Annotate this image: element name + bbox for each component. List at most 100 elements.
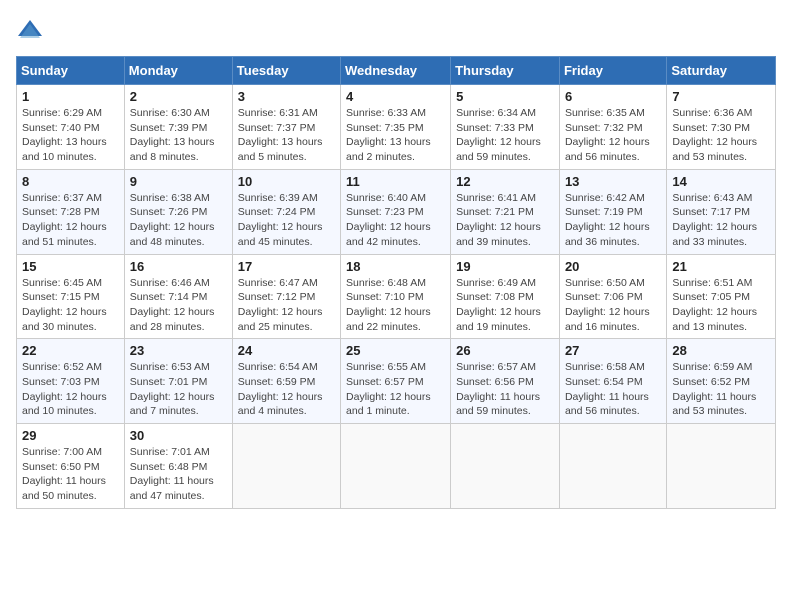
day-number: 13 (565, 174, 661, 189)
day-info: Sunrise: 6:38 AMSunset: 7:26 PMDaylight:… (130, 192, 215, 248)
day-info: Sunrise: 6:47 AMSunset: 7:12 PMDaylight:… (238, 277, 323, 333)
calendar-day-cell: 2 Sunrise: 6:30 AMSunset: 7:39 PMDaylight… (124, 85, 232, 170)
day-number: 24 (238, 343, 335, 358)
calendar-day-cell (232, 424, 340, 509)
day-info: Sunrise: 6:51 AMSunset: 7:05 PMDaylight:… (672, 277, 757, 333)
day-number: 20 (565, 259, 661, 274)
day-number: 3 (238, 89, 335, 104)
day-info: Sunrise: 6:59 AMSunset: 6:52 PMDaylight:… (672, 361, 756, 417)
day-number: 30 (130, 428, 227, 443)
weekday-header: Friday (559, 57, 666, 85)
calendar-week-row: 8 Sunrise: 6:37 AMSunset: 7:28 PMDaylight… (17, 169, 776, 254)
day-number: 11 (346, 174, 445, 189)
day-info: Sunrise: 6:35 AMSunset: 7:32 PMDaylight:… (565, 107, 650, 163)
day-info: Sunrise: 6:49 AMSunset: 7:08 PMDaylight:… (456, 277, 541, 333)
calendar-day-cell: 27 Sunrise: 6:58 AMSunset: 6:54 PMDayligh… (559, 339, 666, 424)
day-info: Sunrise: 6:58 AMSunset: 6:54 PMDaylight:… (565, 361, 649, 417)
calendar-day-cell: 24Sunrise: 6:54 AMSunset: 6:59 PMDayligh… (232, 339, 340, 424)
day-number: 19 (456, 259, 554, 274)
calendar-day-cell: 12 Sunrise: 6:41 AMSunset: 7:21 PMDayligh… (451, 169, 560, 254)
page-header (16, 16, 776, 44)
calendar-day-cell: 28 Sunrise: 6:59 AMSunset: 6:52 PMDayligh… (667, 339, 776, 424)
day-number: 26 (456, 343, 554, 358)
weekday-header: Thursday (451, 57, 560, 85)
day-number: 4 (346, 89, 445, 104)
calendar-day-cell: 26 Sunrise: 6:57 AMSunset: 6:56 PMDayligh… (451, 339, 560, 424)
calendar-day-cell: 30 Sunrise: 7:01 AMSunset: 6:48 PMDayligh… (124, 424, 232, 509)
day-number: 23 (130, 343, 227, 358)
day-info: Sunrise: 6:34 AMSunset: 7:33 PMDaylight:… (456, 107, 541, 163)
day-number: 2 (130, 89, 227, 104)
day-number: 1 (22, 89, 119, 104)
calendar-day-cell: 7Sunrise: 6:36 AMSunset: 7:30 PMDaylight… (667, 85, 776, 170)
day-info: Sunrise: 6:55 AMSunset: 6:57 PMDaylight:… (346, 361, 431, 417)
day-info: Sunrise: 6:33 AMSunset: 7:35 PMDaylight:… (346, 107, 431, 163)
calendar-day-cell (341, 424, 451, 509)
day-info: Sunrise: 6:53 AMSunset: 7:01 PMDaylight:… (130, 361, 215, 417)
calendar-day-cell (559, 424, 666, 509)
day-info: Sunrise: 7:00 AMSunset: 6:50 PMDaylight:… (22, 446, 106, 502)
weekday-header: Tuesday (232, 57, 340, 85)
calendar-day-cell: 15Sunrise: 6:45 AMSunset: 7:15 PMDayligh… (17, 254, 125, 339)
day-info: Sunrise: 6:37 AMSunset: 7:28 PMDaylight:… (22, 192, 107, 248)
day-number: 12 (456, 174, 554, 189)
calendar-day-cell: 14 Sunrise: 6:43 AMSunset: 7:17 PMDayligh… (667, 169, 776, 254)
day-number: 10 (238, 174, 335, 189)
calendar-day-cell: 4 Sunrise: 6:33 AMSunset: 7:35 PMDaylight… (341, 85, 451, 170)
weekday-header: Saturday (667, 57, 776, 85)
day-info: Sunrise: 6:39 AMSunset: 7:24 PMDaylight:… (238, 192, 323, 248)
day-number: 22 (22, 343, 119, 358)
day-info: Sunrise: 7:01 AMSunset: 6:48 PMDaylight:… (130, 446, 214, 502)
calendar-day-cell: 20 Sunrise: 6:50 AMSunset: 7:06 PMDayligh… (559, 254, 666, 339)
day-info: Sunrise: 6:31 AMSunset: 7:37 PMDaylight:… (238, 107, 323, 163)
day-info: Sunrise: 6:30 AMSunset: 7:39 PMDaylight:… (130, 107, 215, 163)
day-info: Sunrise: 6:50 AMSunset: 7:06 PMDaylight:… (565, 277, 650, 333)
day-number: 5 (456, 89, 554, 104)
day-number: 27 (565, 343, 661, 358)
day-number: 18 (346, 259, 445, 274)
calendar-day-cell: 18 Sunrise: 6:48 AMSunset: 7:10 PMDayligh… (341, 254, 451, 339)
day-info: Sunrise: 6:46 AMSunset: 7:14 PMDaylight:… (130, 277, 215, 333)
day-info: Sunrise: 6:45 AMSunset: 7:15 PMDaylight:… (22, 277, 107, 333)
calendar-table: SundayMondayTuesdayWednesdayThursdayFrid… (16, 56, 776, 509)
day-number: 14 (672, 174, 770, 189)
day-info: Sunrise: 6:41 AMSunset: 7:21 PMDaylight:… (456, 192, 541, 248)
weekday-header: Sunday (17, 57, 125, 85)
calendar-day-cell: 21 Sunrise: 6:51 AMSunset: 7:05 PMDayligh… (667, 254, 776, 339)
logo (16, 16, 48, 44)
day-info: Sunrise: 6:48 AMSunset: 7:10 PMDaylight:… (346, 277, 431, 333)
day-number: 29 (22, 428, 119, 443)
calendar-day-cell (667, 424, 776, 509)
day-number: 28 (672, 343, 770, 358)
day-number: 17 (238, 259, 335, 274)
day-info: Sunrise: 6:40 AMSunset: 7:23 PMDaylight:… (346, 192, 431, 248)
day-info: Sunrise: 6:29 AMSunset: 7:40 PMDaylight:… (22, 107, 107, 163)
day-number: 7 (672, 89, 770, 104)
day-info: Sunrise: 6:57 AMSunset: 6:56 PMDaylight:… (456, 361, 540, 417)
day-number: 8 (22, 174, 119, 189)
calendar-day-cell: 25Sunrise: 6:55 AMSunset: 6:57 PMDayligh… (341, 339, 451, 424)
day-info: Sunrise: 6:52 AMSunset: 7:03 PMDaylight:… (22, 361, 107, 417)
day-number: 21 (672, 259, 770, 274)
calendar-day-cell: 6 Sunrise: 6:35 AMSunset: 7:32 PMDaylight… (559, 85, 666, 170)
calendar-day-cell: 5 Sunrise: 6:34 AMSunset: 7:33 PMDaylight… (451, 85, 560, 170)
calendar-day-cell: 23 Sunrise: 6:53 AMSunset: 7:01 PMDayligh… (124, 339, 232, 424)
day-info: Sunrise: 6:43 AMSunset: 7:17 PMDaylight:… (672, 192, 757, 248)
calendar-week-row: 29 Sunrise: 7:00 AMSunset: 6:50 PMDayligh… (17, 424, 776, 509)
calendar-day-cell: 10 Sunrise: 6:39 AMSunset: 7:24 PMDayligh… (232, 169, 340, 254)
calendar-day-cell: 9 Sunrise: 6:38 AMSunset: 7:26 PMDaylight… (124, 169, 232, 254)
calendar-day-cell: 13Sunrise: 6:42 AMSunset: 7:19 PMDayligh… (559, 169, 666, 254)
calendar-day-cell: 17 Sunrise: 6:47 AMSunset: 7:12 PMDayligh… (232, 254, 340, 339)
calendar-week-row: 1 Sunrise: 6:29 AMSunset: 7:40 PMDaylight… (17, 85, 776, 170)
day-number: 6 (565, 89, 661, 104)
calendar-day-cell: 3 Sunrise: 6:31 AMSunset: 7:37 PMDaylight… (232, 85, 340, 170)
weekday-header: Wednesday (341, 57, 451, 85)
calendar-day-cell: 16Sunrise: 6:46 AMSunset: 7:14 PMDayligh… (124, 254, 232, 339)
calendar-week-row: 15Sunrise: 6:45 AMSunset: 7:15 PMDayligh… (17, 254, 776, 339)
day-number: 9 (130, 174, 227, 189)
calendar-day-cell: 29 Sunrise: 7:00 AMSunset: 6:50 PMDayligh… (17, 424, 125, 509)
calendar-day-cell: 1 Sunrise: 6:29 AMSunset: 7:40 PMDaylight… (17, 85, 125, 170)
calendar-day-cell: 8 Sunrise: 6:37 AMSunset: 7:28 PMDaylight… (17, 169, 125, 254)
weekday-header-row: SundayMondayTuesdayWednesdayThursdayFrid… (17, 57, 776, 85)
weekday-header: Monday (124, 57, 232, 85)
